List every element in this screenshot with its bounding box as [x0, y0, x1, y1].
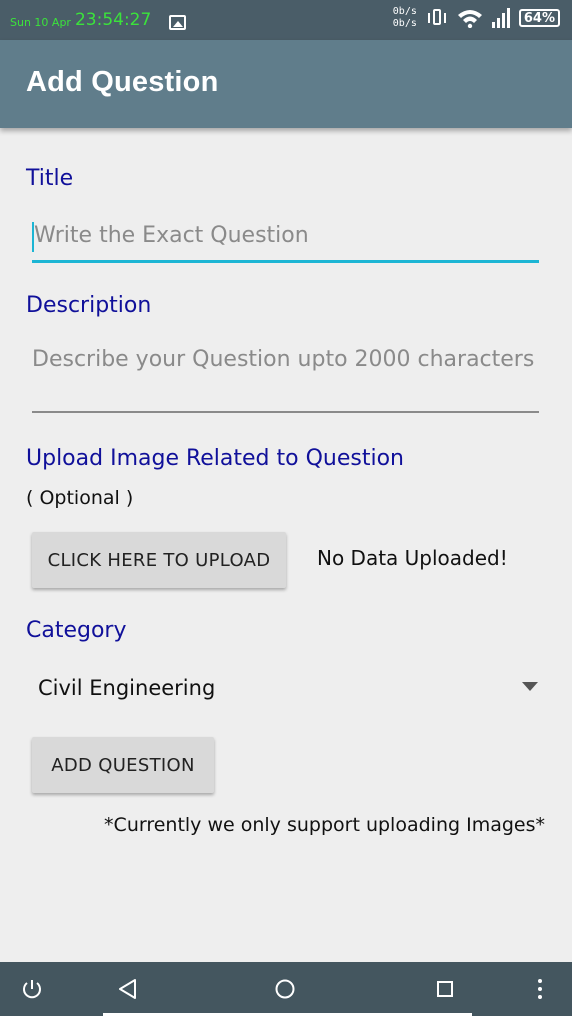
- wifi-icon: [457, 10, 482, 28]
- power-icon[interactable]: [14, 962, 50, 1016]
- battery-level: 64%: [523, 11, 555, 26]
- upload-status: No Data Uploaded!: [317, 546, 508, 570]
- title-placeholder: Write the Exact Question: [34, 223, 309, 248]
- net-down: 0b/s: [392, 18, 417, 29]
- description-input[interactable]: Describe your Question upto 2000 charact…: [32, 343, 539, 413]
- image-icon: [169, 15, 187, 30]
- app-bar: Add Question: [0, 40, 572, 128]
- add-question-button[interactable]: ADD QUESTION: [32, 737, 214, 793]
- title-label: Title: [26, 166, 74, 191]
- network-speed: 0b/s 0b/s: [393, 6, 417, 30]
- signal-icon: [491, 8, 510, 28]
- page-title: Add Question: [26, 66, 219, 98]
- vibrate-icon: [426, 8, 448, 28]
- status-time: 23:54:27: [74, 10, 152, 30]
- dropdown-arrow-icon: [522, 682, 538, 691]
- category-dropdown[interactable]: Civil Engineering: [26, 668, 548, 712]
- status-left: Sun 10 Apr 23:54:27: [10, 10, 187, 30]
- battery-icon: 64%: [518, 9, 560, 27]
- back-icon[interactable]: [110, 962, 146, 1016]
- upload-optional-label: ( Optional ): [26, 487, 134, 509]
- upload-label: Upload Image Related to Question: [26, 446, 404, 471]
- category-selected: Civil Engineering: [38, 676, 216, 700]
- description-label: Description: [26, 293, 152, 318]
- net-up: 0b/s: [392, 6, 417, 17]
- upload-note: *Currently we only support uploading Ima…: [104, 814, 545, 836]
- status-right: 0b/s 0b/s 64%: [393, 6, 560, 30]
- recents-icon[interactable]: [427, 962, 463, 1016]
- title-input[interactable]: Write the Exact Question: [32, 220, 539, 263]
- more-icon[interactable]: [522, 962, 558, 1016]
- category-label: Category: [26, 618, 127, 643]
- home-icon[interactable]: [267, 962, 303, 1016]
- status-bar: Sun 10 Apr 23:54:27 0b/s 0b/s 64%: [0, 0, 572, 40]
- upload-button[interactable]: CLICK HERE TO UPLOAD: [32, 532, 286, 588]
- navigation-bar: [0, 962, 572, 1016]
- status-date: Sun 10 Apr: [10, 16, 71, 29]
- description-placeholder: Describe your Question upto 2000 charact…: [32, 347, 535, 372]
